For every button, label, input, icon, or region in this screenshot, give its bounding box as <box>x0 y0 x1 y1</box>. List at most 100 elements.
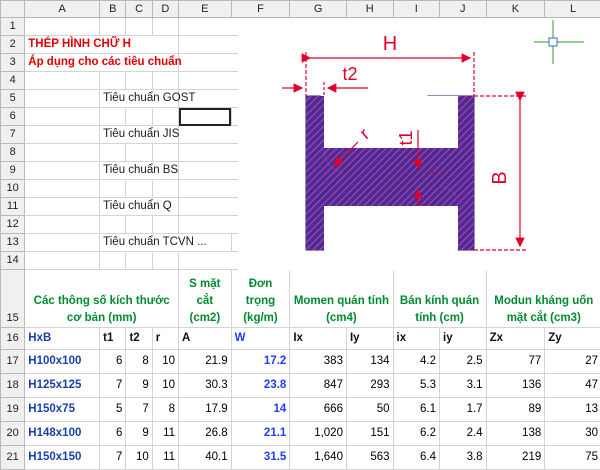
column-header-h[interactable]: H <box>346 1 393 18</box>
row-header[interactable]: 14 <box>1 252 25 270</box>
cell[interactable] <box>25 180 100 198</box>
select-all-corner[interactable] <box>1 1 25 18</box>
standard-link-gost[interactable]: Tiêu chuẩn GOST <box>100 90 179 108</box>
row-header[interactable]: 5 <box>1 90 25 108</box>
col-label-ix[interactable]: Ix <box>290 328 347 350</box>
cell-a[interactable]: 21.9 <box>179 350 232 374</box>
cell[interactable] <box>25 252 100 270</box>
cell-r[interactable]: 11 <box>152 422 178 446</box>
cell[interactable] <box>126 180 152 198</box>
col-label-zx[interactable]: Zx <box>486 328 545 350</box>
cell-r[interactable]: 8 <box>152 398 178 422</box>
row-header[interactable]: 6 <box>1 108 25 126</box>
cell-a[interactable]: 30.3 <box>179 374 232 398</box>
cell[interactable] <box>100 180 126 198</box>
cell-ix[interactable]: 383 <box>290 350 347 374</box>
cell-w[interactable]: 17.2 <box>231 350 290 374</box>
cell-t1[interactable]: 7 <box>100 374 126 398</box>
cell[interactable] <box>152 108 178 126</box>
cell-t1[interactable]: 6 <box>100 422 126 446</box>
cell-iy[interactable]: 134 <box>346 350 393 374</box>
cell[interactable] <box>25 108 100 126</box>
cell[interactable] <box>100 252 126 270</box>
standard-link-tcvn[interactable]: Tiêu chuẩn TCVN ... <box>100 234 232 252</box>
cell-ix[interactable]: 847 <box>290 374 347 398</box>
cell-zy[interactable]: 30 <box>545 422 600 446</box>
cell[interactable] <box>126 108 152 126</box>
cell-t1[interactable]: 6 <box>100 350 126 374</box>
cell-iy[interactable]: 151 <box>346 422 393 446</box>
cell[interactable] <box>25 162 100 180</box>
col-label-a[interactable]: A <box>179 328 232 350</box>
cell-zx[interactable]: 77 <box>486 350 545 374</box>
row-header[interactable]: 7 <box>1 126 25 144</box>
cell[interactable] <box>152 180 178 198</box>
row-header[interactable]: 9 <box>1 162 25 180</box>
row-header[interactable]: 4 <box>1 72 25 90</box>
row-header[interactable]: 17 <box>1 350 25 374</box>
standard-link-jis[interactable]: Tiêu chuẩn JIS <box>100 126 179 144</box>
column-header-d[interactable]: D <box>152 1 178 18</box>
row-header[interactable]: 10 <box>1 180 25 198</box>
cell-zy[interactable]: 27 <box>545 350 600 374</box>
standard-link-q[interactable]: Tiêu chuẩn Q <box>100 198 179 216</box>
cell-t2[interactable]: 7 <box>126 398 152 422</box>
cell[interactable] <box>100 216 126 234</box>
row-header[interactable]: 1 <box>1 18 25 36</box>
cell-iy[interactable]: 293 <box>346 374 393 398</box>
cell[interactable] <box>25 234 100 252</box>
cell-w[interactable]: 21.1 <box>231 422 290 446</box>
sheet-title[interactable]: THÉP HÌNH CHỮ H <box>25 36 179 54</box>
column-header-g[interactable]: G <box>290 1 347 18</box>
cell[interactable] <box>25 144 100 162</box>
col-label-w[interactable]: W <box>231 328 290 350</box>
cell[interactable] <box>25 126 100 144</box>
row-header[interactable]: 18 <box>1 374 25 398</box>
cell[interactable] <box>152 18 178 36</box>
cell-t1[interactable]: 5 <box>100 398 126 422</box>
row-header[interactable]: 11 <box>1 198 25 216</box>
cell[interactable] <box>152 252 178 270</box>
header-area[interactable]: S mặt cắt (cm2) <box>179 270 232 328</box>
header-radius[interactable]: Bán kính quán tính (cm) <box>393 270 486 328</box>
column-header-j[interactable]: J <box>440 1 487 18</box>
cell[interactable] <box>126 144 152 162</box>
cell-zx[interactable]: 136 <box>486 374 545 398</box>
header-weight[interactable]: Đơn trọng (kg/m) <box>231 270 290 328</box>
cell-iy-small[interactable]: 2.4 <box>440 422 487 446</box>
cell-ix-small[interactable]: 4.2 <box>393 350 440 374</box>
column-header-e[interactable]: E <box>179 1 232 18</box>
cell-name[interactable]: H100x100 <box>25 350 100 374</box>
cell[interactable] <box>126 252 152 270</box>
column-header-f[interactable]: F <box>231 1 290 18</box>
header-modulus[interactable]: Modun kháng uốn mặt cắt (cm3) <box>486 270 600 328</box>
col-label-t1[interactable]: t1 <box>100 328 126 350</box>
selected-cell-e6[interactable] <box>179 108 232 126</box>
cell-w[interactable]: 23.8 <box>231 374 290 398</box>
cell-zy[interactable]: 47 <box>545 374 600 398</box>
cell-name[interactable]: H150x75 <box>25 398 100 422</box>
col-label-t2[interactable]: t2 <box>126 328 152 350</box>
row-header[interactable]: 20 <box>1 422 25 446</box>
column-header-b[interactable]: B <box>100 1 126 18</box>
row-header[interactable]: 13 <box>1 234 25 252</box>
column-header-i[interactable]: I <box>393 1 440 18</box>
header-dimensions[interactable]: Các thông số kích thước cơ bản (mm) <box>25 270 179 328</box>
cell[interactable] <box>100 108 126 126</box>
cell-t2[interactable]: 9 <box>126 422 152 446</box>
cell-t2[interactable]: 8 <box>126 350 152 374</box>
cell-a[interactable]: 26.8 <box>179 422 232 446</box>
cell-name[interactable]: H148x100 <box>25 422 100 446</box>
sheet-subtitle[interactable]: Áp dụng cho các tiêu chuẩn <box>25 54 179 72</box>
cell[interactable] <box>25 72 100 90</box>
column-header-l[interactable]: L <box>545 1 600 18</box>
cell-w[interactable]: 14 <box>231 398 290 422</box>
cell[interactable] <box>152 216 178 234</box>
row-header[interactable]: 8 <box>1 144 25 162</box>
row-header[interactable]: 16 <box>1 328 25 350</box>
cell-iy-small[interactable]: 1.7 <box>440 398 487 422</box>
row-header[interactable]: 3 <box>1 54 25 72</box>
row-header[interactable]: 19 <box>1 398 25 422</box>
row-header[interactable]: 12 <box>1 216 25 234</box>
cell[interactable] <box>126 18 152 36</box>
